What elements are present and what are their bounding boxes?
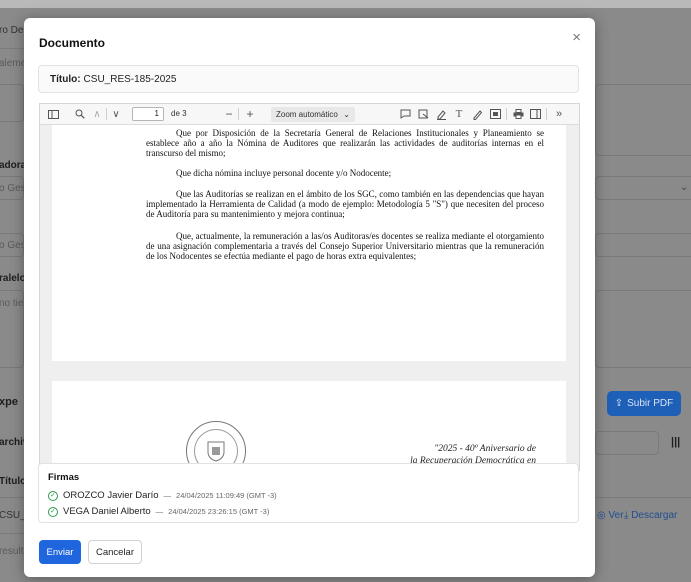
- zoom-out-icon[interactable]: −: [222, 107, 236, 121]
- cancel-button[interactable]: Cancelar: [88, 540, 142, 564]
- text-tool-icon[interactable]: T: [452, 107, 466, 121]
- upload-icon: ⇪: [614, 398, 624, 409]
- background-download-link: ⤓ Descargar: [624, 510, 678, 521]
- save-icon[interactable]: [528, 107, 542, 121]
- background-label: ralelo: [0, 273, 26, 284]
- comment-icon[interactable]: [398, 107, 412, 121]
- toolbar-separator: [506, 108, 507, 120]
- signatures-title: Firmas: [48, 472, 80, 483]
- close-icon[interactable]: ×: [572, 30, 581, 45]
- download-link-label: Descargar: [631, 510, 678, 521]
- background-chevron-down-icon: ⌄: [680, 182, 689, 193]
- search-icon[interactable]: [73, 107, 87, 121]
- document-paragraph: Que las Auditorías se realizan en el ámb…: [146, 189, 544, 219]
- background-label: Título: [0, 476, 27, 487]
- page-count: de 3: [171, 109, 187, 118]
- background-field: [595, 431, 659, 455]
- background-divider: [595, 497, 691, 498]
- document-paragraph: Que por Disposición de la Secretaría Gen…: [146, 128, 544, 158]
- pdf-page-1: Que por Disposición de la Secretaría Gen…: [52, 125, 566, 361]
- background-label: ro De: [0, 25, 24, 36]
- more-tools-icon[interactable]: »: [552, 107, 566, 121]
- signature-item: ✓ VEGA Daniel Alberto — 24/04/2025 23:26…: [48, 506, 269, 517]
- background-label: adora: [0, 160, 27, 171]
- view-link-label: Ver: [608, 510, 624, 521]
- document-title-value: CSU_RES-185-2025: [83, 73, 177, 85]
- stamp-icon[interactable]: [416, 107, 430, 121]
- background-field: [0, 290, 24, 368]
- check-circle-icon: ✓: [48, 506, 58, 517]
- background-field: [595, 233, 691, 257]
- background-label: aleme: [0, 58, 27, 69]
- toolbar-separator: [106, 108, 107, 120]
- pdf-page-2: "2025 - 40º Aniversario de la Recuperaci…: [52, 381, 566, 470]
- pdf-toolbar: ∧ ∨ 1 de 3 − + Zoom automático ⌄ T »: [40, 104, 579, 125]
- zoom-select-value: Zoom automático: [276, 110, 338, 119]
- pdf-viewer: ∧ ∨ 1 de 3 − + Zoom automático ⌄ T » Que…: [39, 103, 580, 471]
- upload-pdf-label: Subir PDF: [627, 398, 674, 409]
- pdf-pages-area[interactable]: Que por Disposición de la Secretaría Gen…: [40, 125, 579, 470]
- background-top-bar: [0, 0, 691, 8]
- image-icon[interactable]: [488, 107, 502, 121]
- zoom-in-icon[interactable]: +: [243, 107, 257, 121]
- chevron-down-icon: ⌄: [343, 110, 350, 119]
- signature-date: 24/04/2025 23:26:15 (GMT -3): [168, 507, 270, 516]
- send-button[interactable]: Enviar: [39, 540, 81, 564]
- signer-name: VEGA Daniel Alberto: [63, 506, 151, 517]
- modal-title: Documento: [39, 36, 105, 50]
- background-view-link: ◎ Ver: [597, 510, 624, 521]
- background-select: [595, 176, 691, 200]
- background-divider: [0, 497, 24, 498]
- toolbar-separator: [546, 108, 547, 120]
- zoom-select[interactable]: Zoom automático ⌄: [271, 107, 355, 122]
- next-page-icon[interactable]: ∨: [109, 107, 123, 121]
- highlight-icon[interactable]: [434, 107, 448, 121]
- background-field: [595, 84, 691, 156]
- document-paragraph: Que, actualmente, la remuneración a las/…: [146, 231, 544, 261]
- signature-separator: —: [163, 491, 172, 500]
- background-field: [0, 84, 24, 122]
- background-columns-icon: |||: [671, 436, 681, 448]
- check-circle-icon: ✓: [48, 490, 58, 501]
- signature-date: 24/04/2025 11:09:49 (GMT -3): [176, 491, 277, 500]
- background-label: result: [0, 546, 24, 557]
- document-title-box: Título: CSU_RES-185-2025: [38, 65, 579, 93]
- upload-pdf-button: ⇪ Subir PDF: [607, 391, 681, 416]
- document-title-label: Título:: [50, 73, 81, 85]
- document-paragraph: Que dicha nómina incluye personal docent…: [176, 168, 392, 178]
- signatures-panel: Firmas ✓ OROZCO Javier Darío — 24/04/202…: [38, 463, 579, 523]
- signature-separator: —: [155, 507, 164, 516]
- background-divider: [0, 533, 24, 534]
- background-divider: [0, 48, 24, 49]
- page-quote-line: "2025 - 40º Aniversario de: [434, 444, 536, 454]
- previous-page-icon[interactable]: ∧: [90, 107, 104, 121]
- page-number-input[interactable]: 1: [132, 107, 164, 121]
- document-modal: Documento × Título: CSU_RES-185-2025 ∧ ∨…: [24, 18, 595, 577]
- signer-name: OROZCO Javier Darío: [63, 490, 159, 501]
- background-section-title: xpe: [0, 396, 18, 408]
- print-icon[interactable]: [511, 107, 525, 121]
- background-field: [595, 290, 691, 368]
- sidebar-toggle-icon[interactable]: [46, 107, 60, 121]
- signature-item: ✓ OROZCO Javier Darío — 24/04/2025 11:09…: [48, 490, 277, 501]
- draw-icon[interactable]: [470, 107, 484, 121]
- toolbar-separator: [238, 108, 239, 120]
- background-field: [0, 233, 24, 257]
